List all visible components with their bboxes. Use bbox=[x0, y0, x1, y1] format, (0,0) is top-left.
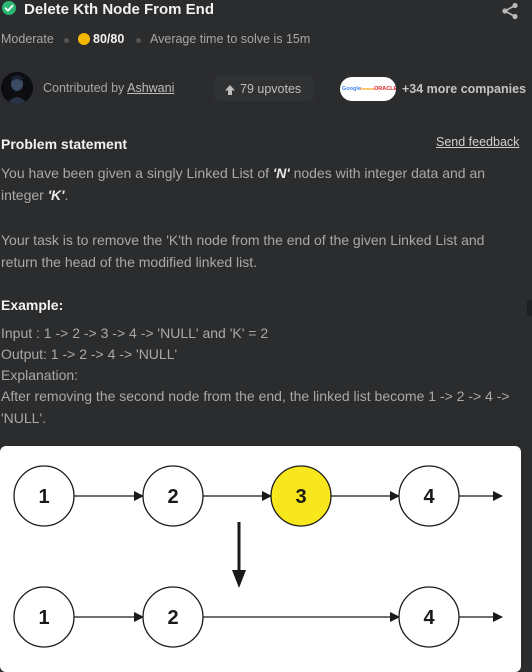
upvote-count: 79 upvotes bbox=[240, 82, 302, 96]
node-before-1: 1 bbox=[13, 465, 75, 527]
example-explanation-label: Explanation: bbox=[1, 367, 79, 383]
separator-dot bbox=[136, 38, 141, 43]
statement-paragraph-2: Your task is to remove the 'K'th node fr… bbox=[1, 232, 485, 270]
node-after-2: 2 bbox=[142, 586, 204, 648]
svg-text:2: 2 bbox=[167, 486, 178, 508]
average-time: Average time to solve is 15m bbox=[150, 32, 311, 46]
node-after-1: 1 bbox=[13, 586, 75, 648]
contributor-avatar[interactable] bbox=[1, 72, 33, 104]
svg-text:1: 1 bbox=[38, 607, 49, 629]
svg-text:4: 4 bbox=[423, 486, 435, 508]
example-input: Input : 1 -> 2 -> 3 -> 4 -> 'NULL' and '… bbox=[1, 325, 269, 341]
separator-dot bbox=[64, 38, 69, 43]
statement-text: . bbox=[64, 187, 69, 203]
diagram-svg: 1 2 3 4 1 2 4 bbox=[13, 465, 503, 648]
problem-statement-heading: Problem statement bbox=[1, 136, 128, 152]
statement-text: You have been given a singly Linked List… bbox=[1, 165, 273, 181]
node-before-2: 2 bbox=[142, 465, 204, 527]
contributed-by-label: Contributed by bbox=[43, 81, 125, 95]
svg-text:1: 1 bbox=[38, 486, 49, 508]
contributor-name-link[interactable]: Ashwani bbox=[127, 81, 174, 95]
linked-list-diagram: 1 2 3 4 1 2 4 bbox=[0, 446, 521, 672]
example-output: Output: 1 -> 2 -> 4 -> 'NULL' bbox=[1, 346, 178, 362]
svg-text:2: 2 bbox=[167, 607, 178, 629]
score-coin-icon bbox=[78, 33, 90, 45]
company-logos[interactable]: Google Amazon ORACLE bbox=[340, 77, 396, 101]
svg-text:4: 4 bbox=[423, 607, 435, 629]
score-value: 80/80 bbox=[93, 32, 125, 46]
node-before-4: 4 bbox=[398, 465, 460, 527]
node-after-4: 4 bbox=[398, 586, 460, 648]
example-heading: Example: bbox=[1, 297, 64, 313]
problem-title: Delete Kth Node From End bbox=[24, 1, 215, 18]
upvote-arrow-icon bbox=[224, 83, 236, 95]
more-companies-link[interactable]: +34 more companies bbox=[402, 82, 526, 96]
k-variable: 'K' bbox=[47, 187, 65, 203]
company-logo-oracle: ORACLE bbox=[374, 86, 396, 92]
company-logo-google: Google bbox=[342, 86, 361, 92]
example-explanation: After removing the second node from the … bbox=[1, 388, 510, 426]
node-before-3-highlighted: 3 bbox=[270, 465, 332, 527]
solved-check-icon bbox=[2, 1, 16, 15]
panel-resize-handle[interactable] bbox=[527, 300, 532, 316]
contributor-text: Contributed by Ashwani bbox=[43, 81, 174, 95]
svg-text:3: 3 bbox=[295, 486, 306, 508]
share-icon[interactable] bbox=[500, 2, 520, 20]
send-feedback-link[interactable]: Send feedback bbox=[436, 135, 519, 149]
statement-paragraph-1: You have been given a singly Linked List… bbox=[1, 162, 521, 206]
difficulty-label: Moderate bbox=[1, 32, 54, 46]
transform-arrow bbox=[232, 522, 246, 588]
n-variable: 'N' bbox=[272, 165, 290, 181]
